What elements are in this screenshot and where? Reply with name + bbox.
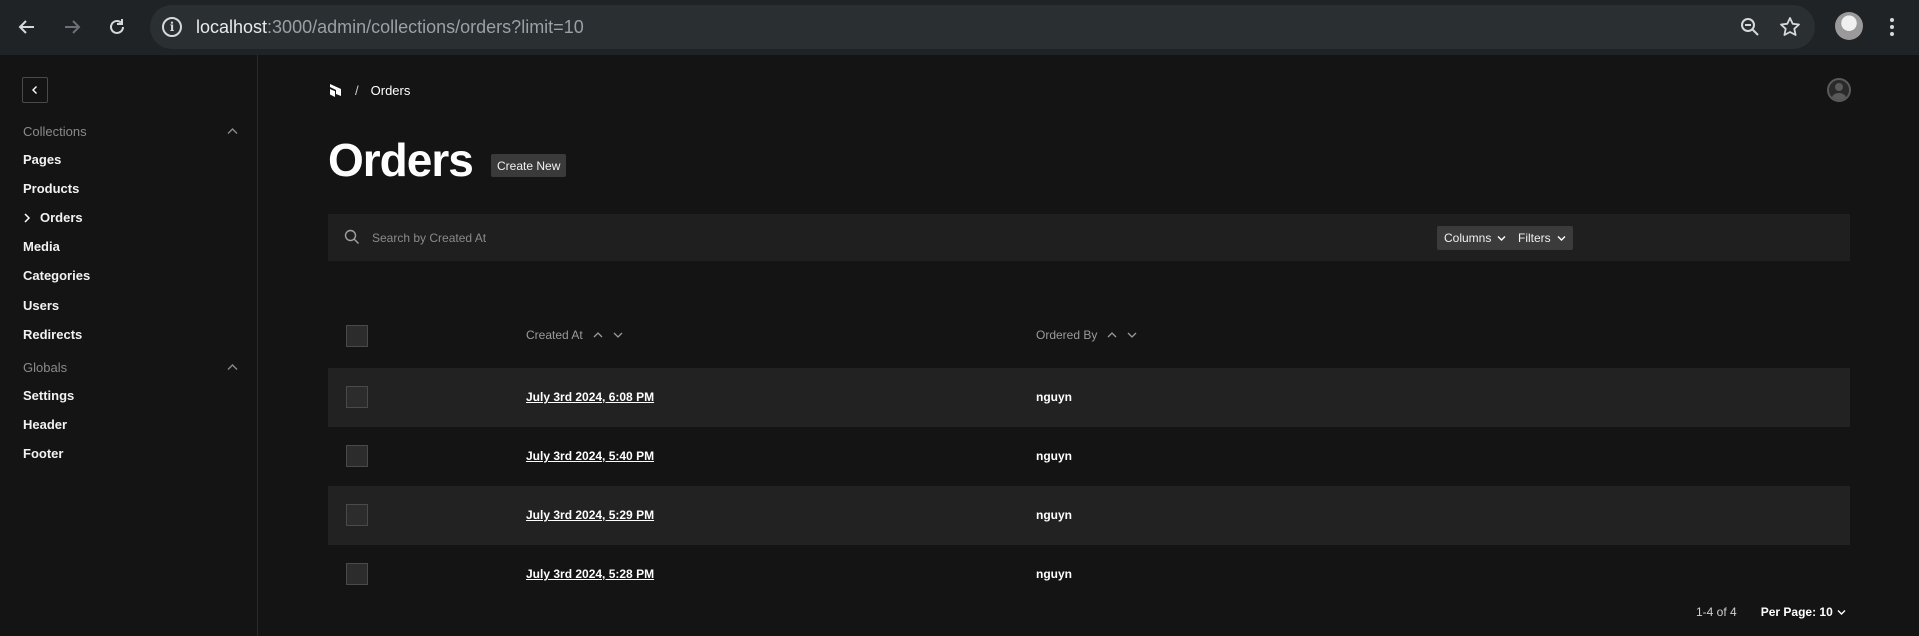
columns-label: Columns	[1444, 231, 1492, 245]
breadcrumb: / Orders	[329, 82, 410, 98]
sort-descending-icon[interactable]	[1127, 331, 1137, 339]
row-checkbox[interactable]	[346, 563, 368, 585]
sidebar-collapse-button[interactable]	[22, 77, 48, 103]
url-text[interactable]: localhost:3000/admin/collections/orders?…	[196, 17, 584, 38]
url-path: :3000/admin/collections/orders?limit=10	[267, 17, 584, 37]
orders-table: Created At Ordered By July 3rd 2024, 6:0…	[328, 313, 1850, 604]
sidebar: Collections Pages Products Orders Media …	[0, 55, 258, 636]
table-row: July 3rd 2024, 5:28 PM nguyn	[328, 545, 1850, 604]
reload-icon	[110, 19, 124, 34]
chevron-up-icon	[227, 364, 238, 370]
ordered-by-cell: nguyn	[1036, 449, 1072, 463]
browser-menu-icon[interactable]	[1880, 12, 1904, 42]
created-at-link[interactable]: July 3rd 2024, 5:40 PM	[526, 449, 654, 463]
filters-button[interactable]: Filters	[1511, 226, 1573, 250]
chevron-left-icon	[32, 86, 37, 94]
sort-ascending-icon[interactable]	[593, 331, 603, 339]
sort-ascending-icon[interactable]	[1107, 331, 1117, 339]
column-header-ordered-by: Ordered By	[1036, 328, 1137, 342]
sidebar-item-header[interactable]: Header	[23, 417, 67, 432]
per-page-dropdown[interactable]: Per Page: 10	[1761, 605, 1846, 619]
table-row: July 3rd 2024, 5:40 PM nguyn	[328, 427, 1850, 486]
select-all-checkbox[interactable]	[346, 325, 368, 347]
chevron-down-icon	[1837, 609, 1846, 615]
payload-logo-icon[interactable]	[329, 82, 343, 98]
chevron-down-icon	[1557, 235, 1566, 241]
collections-section-label: Collections	[23, 123, 87, 139]
globals-section-toggle[interactable]: Globals	[23, 357, 238, 377]
filters-label: Filters	[1518, 231, 1551, 245]
breadcrumb-current: Orders	[370, 82, 411, 98]
column-header-created-at: Created At	[526, 328, 623, 342]
created-at-link[interactable]: July 3rd 2024, 6:08 PM	[526, 390, 654, 404]
arrow-left-icon	[18, 20, 34, 34]
create-new-button[interactable]: Create New	[491, 154, 567, 177]
chevron-right-icon	[24, 212, 31, 223]
search-input[interactable]	[372, 227, 1372, 249]
url-host: localhost	[196, 17, 268, 37]
column-label: Created At	[526, 328, 583, 342]
sidebar-item-categories[interactable]: Categories	[23, 268, 90, 283]
chevron-up-icon	[227, 128, 238, 134]
browser-toolbar: i localhost:3000/admin/collections/order…	[0, 0, 1919, 55]
bookmark-star-icon[interactable]	[1778, 15, 1802, 39]
chevron-down-icon	[1497, 235, 1506, 241]
sidebar-item-orders[interactable]: Orders	[23, 210, 83, 225]
per-page-label: Per Page: 10	[1760, 605, 1833, 619]
arrow-right-icon	[65, 20, 81, 34]
created-at-link[interactable]: July 3rd 2024, 5:28 PM	[526, 567, 654, 581]
sidebar-item-products[interactable]: Products	[23, 181, 79, 196]
pagination: 1-4 of 4 Per Page: 10	[1696, 605, 1846, 619]
page-range: 1-4 of 4	[1696, 605, 1737, 619]
sidebar-item-settings[interactable]: Settings	[23, 388, 74, 403]
browser-profile-avatar[interactable]	[1835, 12, 1863, 40]
sidebar-item-label: Orders	[40, 210, 83, 225]
breadcrumb-separator: /	[355, 82, 359, 98]
sidebar-item-pages[interactable]: Pages	[23, 152, 61, 167]
account-avatar-icon[interactable]	[1827, 78, 1851, 102]
column-label: Ordered By	[1036, 328, 1098, 342]
sidebar-item-media[interactable]: Media	[23, 239, 60, 254]
search-icon	[344, 229, 359, 244]
back-button[interactable]	[12, 12, 42, 42]
reload-button[interactable]	[102, 12, 132, 42]
site-info-icon[interactable]: i	[162, 17, 182, 37]
row-checkbox[interactable]	[346, 504, 368, 526]
globals-section-label: Globals	[23, 359, 68, 375]
table-header: Created At Ordered By	[328, 313, 1850, 368]
sidebar-item-users[interactable]: Users	[23, 298, 59, 313]
zoom-icon[interactable]	[1738, 15, 1762, 39]
row-checkbox[interactable]	[346, 386, 368, 408]
search-bar: Columns Filters	[328, 214, 1850, 261]
table-row: July 3rd 2024, 6:08 PM nguyn	[328, 368, 1850, 427]
sidebar-item-footer[interactable]: Footer	[23, 446, 63, 461]
sort-descending-icon[interactable]	[613, 331, 623, 339]
table-row: July 3rd 2024, 5:29 PM nguyn	[328, 486, 1850, 545]
ordered-by-cell: nguyn	[1036, 567, 1072, 581]
page-title: Orders	[328, 134, 474, 186]
columns-button[interactable]: Columns	[1437, 226, 1514, 250]
ordered-by-cell: nguyn	[1036, 390, 1072, 404]
created-at-link[interactable]: July 3rd 2024, 5:29 PM	[526, 508, 654, 522]
sidebar-item-redirects[interactable]: Redirects	[23, 327, 82, 342]
address-bar[interactable]: i localhost:3000/admin/collections/order…	[150, 5, 1815, 49]
ordered-by-cell: nguyn	[1036, 508, 1072, 522]
main-content: / Orders Orders Create New Columns Filte…	[259, 55, 1919, 636]
collections-section-toggle[interactable]: Collections	[23, 121, 238, 141]
row-checkbox[interactable]	[346, 445, 368, 467]
forward-button[interactable]	[57, 12, 87, 42]
